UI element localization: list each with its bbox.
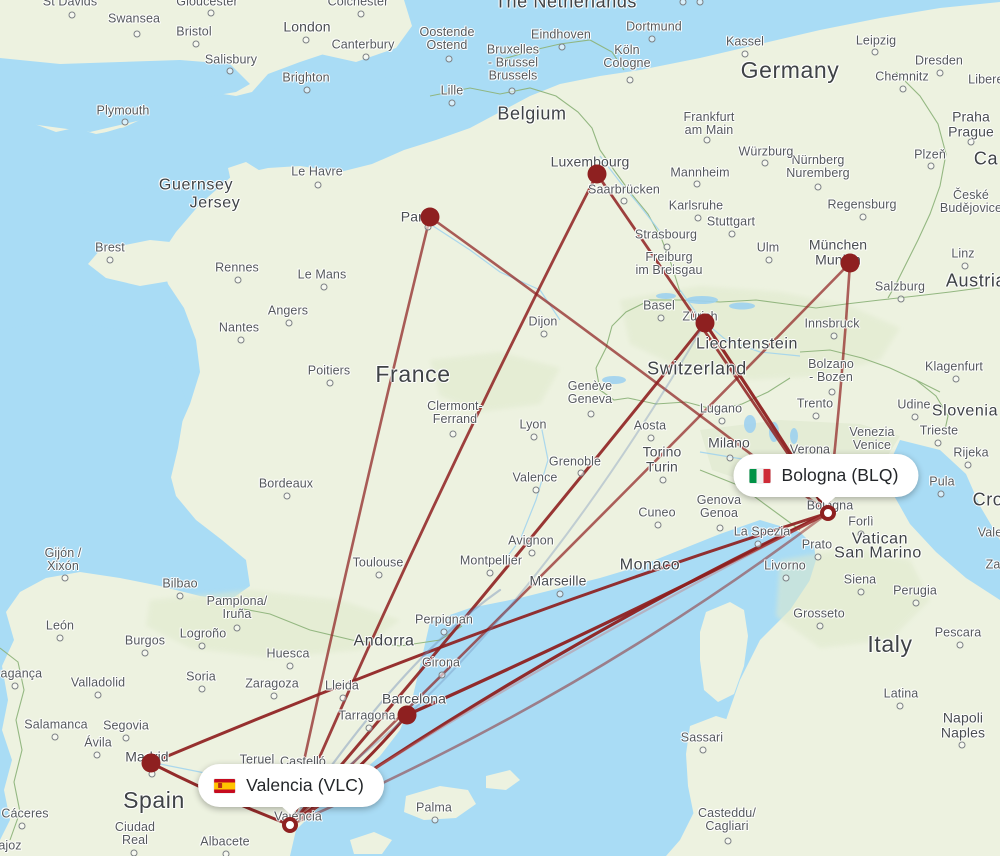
route-muc-blq <box>826 261 852 515</box>
route-vlc-mad <box>149 761 292 827</box>
route-lux-blq <box>595 172 830 515</box>
route-vlc-cdg <box>288 215 432 827</box>
route-cdg-blq <box>428 215 830 515</box>
flight-route-map[interactable]: Germany Belgium The Netherlands France Switz… <box>0 0 1000 856</box>
route-lines-layer <box>149 172 852 827</box>
route-mad-blq <box>149 511 830 765</box>
